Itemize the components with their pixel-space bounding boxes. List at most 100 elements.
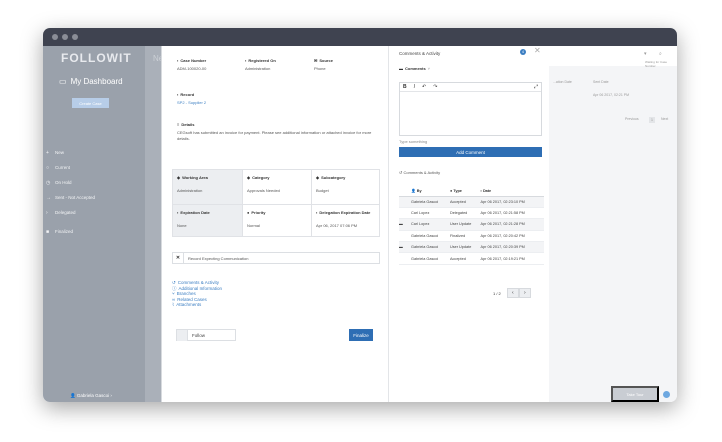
- link-attachments[interactable]: ⌇ Attachments: [172, 302, 222, 308]
- table-row[interactable]: Carl Lopez Delegated Apr 06 2017, 02:21:58…: [399, 207, 544, 220]
- comments-label: Comments: [405, 66, 426, 71]
- notification-badge[interactable]: 4: [520, 49, 526, 55]
- sidebar-item-label: New: [55, 150, 65, 155]
- next-button[interactable]: Next: [661, 117, 668, 121]
- case-number-field: ▪ Case Number ADM-100020-00: [177, 58, 206, 71]
- case-icon: ▪: [177, 58, 179, 63]
- take-tour-button[interactable]: Take Tour: [611, 386, 659, 402]
- source-field: ✉ Source Phone: [314, 58, 333, 71]
- header-label: Type: [453, 188, 462, 193]
- tag-icon: ◆: [247, 175, 251, 180]
- column-header-date[interactable]: ...ation Date: [553, 80, 572, 84]
- italic-icon[interactable]: I: [414, 84, 415, 90]
- row-by: Gabriela Gascoi: [411, 241, 450, 254]
- calendar-icon: ▪: [316, 210, 318, 215]
- table-row[interactable]: ▬ Gabriela Gascoi User Update Apr 06 2017, …: [399, 241, 544, 254]
- column-header-sent[interactable]: Sent Date: [593, 80, 609, 84]
- checkbox-box[interactable]: [177, 329, 188, 341]
- sidebar-item-label: On Hold: [55, 180, 72, 185]
- delegation-value: Apr 06, 2017 07:06 PM: [316, 223, 358, 228]
- sidebar-item-on-hold[interactable]: ◷ On Hold: [43, 175, 145, 190]
- window-minimize-dot[interactable]: [62, 34, 68, 40]
- priority-cell: ● Priority Normal: [242, 204, 311, 236]
- window-maximize-dot[interactable]: [72, 34, 78, 40]
- column-header-date[interactable]: ▪ Date: [480, 186, 544, 197]
- close-modal-icon[interactable]: ✕: [534, 46, 541, 55]
- chevron-right-icon: ›: [46, 209, 48, 216]
- comments-toggle[interactable]: ▬ Comments ˅: [399, 66, 430, 71]
- arrow-icon: →: [46, 194, 51, 201]
- activity-label: Comments & Activity: [403, 170, 441, 175]
- comment-icon: ▬: [399, 218, 411, 231]
- dashboard-link[interactable]: ▭ My Dashboard: [59, 77, 123, 86]
- alert-icon: ●: [247, 210, 250, 215]
- create-case-button[interactable]: Create Case: [72, 98, 109, 108]
- working-area-value: Administration: [177, 188, 203, 193]
- help-icon[interactable]: [663, 391, 670, 398]
- header-label: By: [416, 189, 422, 194]
- working-area-cell: ◆ Working Area Administration: [173, 170, 242, 204]
- sidebar-item-sent-not-accepted[interactable]: → Sent - Not Accepted: [43, 190, 145, 205]
- details-value: CEGsoft has submitted an invoice for pay…: [177, 130, 372, 141]
- prev-page-icon[interactable]: ‹: [506, 288, 519, 298]
- registered-on-value: Administration: [245, 66, 271, 71]
- user-menu[interactable]: 👤 Gabriela Gascoi ›: [70, 393, 112, 399]
- sidebar-item-finalized[interactable]: ■ Finalized: [43, 224, 145, 239]
- window-titlebar: [43, 28, 677, 46]
- table-row[interactable]: Gabriela Gascoi Finalized Apr 06 2017, 02:…: [399, 230, 544, 243]
- record-expecting-toggle[interactable]: ✕ Record Expecting Communication: [172, 252, 380, 264]
- expiration-cell: ▪ Expiration Date None: [173, 204, 242, 236]
- expand-icon[interactable]: ⤢: [534, 84, 538, 90]
- record-link[interactable]: SP2 - Supplier 2: [177, 100, 206, 105]
- undo-icon[interactable]: ↶: [422, 84, 426, 90]
- row-date: Apr 06 2017, 02:19:21 PM: [480, 252, 544, 265]
- sidebar-item-current[interactable]: ○ Current: [43, 160, 145, 175]
- sidebar-item-new[interactable]: + New: [43, 145, 145, 160]
- filter-icon[interactable]: ▾: [644, 51, 647, 57]
- redo-icon[interactable]: ↷: [433, 84, 437, 90]
- add-comment-button[interactable]: Add Comment: [399, 147, 542, 157]
- close-icon[interactable]: ✕: [173, 252, 184, 264]
- category-cell: ◆ Category Approvals Needed: [242, 170, 311, 204]
- column-header-by[interactable]: 👤 By: [411, 186, 450, 197]
- paperclip-icon: ⌇: [172, 302, 175, 307]
- previous-button[interactable]: Previous: [625, 117, 639, 121]
- list-icon: ≡: [177, 122, 180, 127]
- table-row[interactable]: Gabriela Gascoi Accepted Apr 06 2017, 02:2…: [399, 196, 544, 208]
- search-icon[interactable]: ⌕: [659, 51, 662, 57]
- background-list: ▾ ⌕ Waiting for Case Number ...ation Dat…: [549, 46, 677, 402]
- case-modal: ▪ Case Number ADM-100020-00 ▪ Registered O…: [161, 46, 549, 402]
- sidebar-item-delegated[interactable]: › Delegated: [43, 205, 145, 220]
- chevron-down-icon: ˅: [427, 66, 431, 71]
- field-label: Registered On: [248, 58, 276, 63]
- comment-icon: ▬: [399, 241, 411, 254]
- circle-icon: ○: [46, 164, 50, 171]
- sidebar-item-label: Delegated: [55, 210, 76, 215]
- finalize-button[interactable]: Finalize: [349, 329, 373, 341]
- field-label: Expiration Date: [180, 210, 210, 215]
- table-row[interactable]: Gabriela Gascoi Accepted Apr 06 2017, 02:1…: [399, 252, 544, 265]
- row-by: Carl Lopez: [411, 207, 450, 220]
- window-close-dot[interactable]: [52, 34, 58, 40]
- pager-count: 1 / 2: [493, 290, 501, 296]
- field-label: Delegation Expiration Date: [319, 210, 371, 215]
- field-label: Working Area: [182, 175, 208, 180]
- row-type: Accepted: [449, 196, 481, 208]
- follow-checkbox[interactable]: Follow: [176, 329, 236, 341]
- row-by: Gabriela Gascoi: [411, 252, 450, 265]
- sidebar: FOLLOWIT ▭ My Dashboard Create Case + New…: [43, 46, 145, 402]
- dashboard-label: My Dashboard: [70, 77, 123, 86]
- bold-icon[interactable]: B: [403, 84, 407, 90]
- row-type: User Update: [449, 241, 481, 254]
- app-content: FOLLOWIT ▭ My Dashboard Create Case + New…: [43, 46, 677, 402]
- page-number[interactable]: 1: [649, 117, 655, 123]
- table-row[interactable]: ▬ Carl Lopez User Update Apr 06 2017, 02:21…: [399, 218, 544, 231]
- sidebar-item-label: Current: [55, 165, 71, 170]
- expiration-value: None: [177, 223, 187, 228]
- priority-value: Normal: [247, 223, 260, 228]
- row-date: Apr 06 2017, 02:23:10 PM: [480, 196, 544, 208]
- column-header-type[interactable]: ● Type: [449, 186, 481, 197]
- case-details-panel: ▪ Case Number ADM-100020-00 ▪ Registered O…: [162, 46, 388, 402]
- comment-editor[interactable]: B I ↶ ↷ ⤢: [399, 82, 542, 136]
- next-page-icon[interactable]: ›: [518, 288, 531, 298]
